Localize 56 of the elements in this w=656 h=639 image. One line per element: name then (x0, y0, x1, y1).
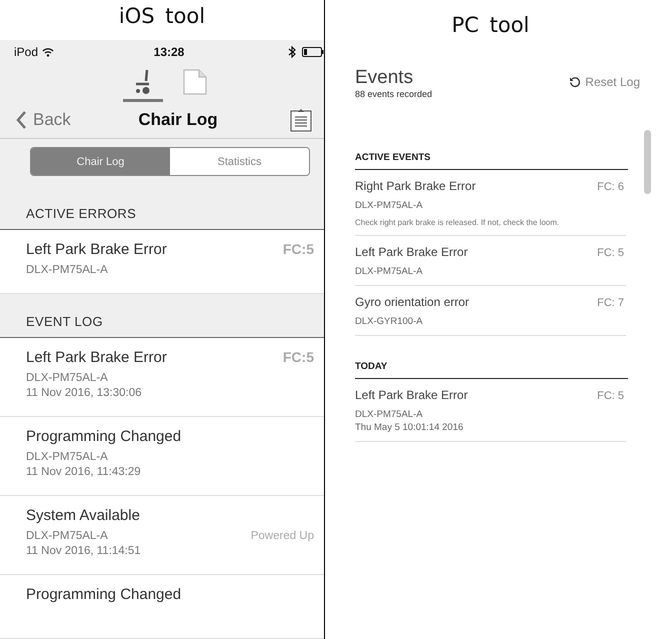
fault-code: FC: 5 (597, 247, 624, 259)
back-button[interactable]: Back (16, 110, 106, 130)
event-name: Programming Changed (26, 428, 182, 445)
log-row[interactable]: Programming Changed DLX-PM75AL-A 11 Nov 2016, 11:43:29 (0, 417, 324, 496)
scrollbar-thumb[interactable] (644, 130, 651, 194)
chevron-left-icon (16, 111, 27, 129)
event-time: 11 Nov 2016, 13:30:06 (26, 387, 143, 399)
event-count: 88 events recorded (355, 89, 432, 99)
section-header: ACTIVE ERRORS (26, 206, 136, 221)
document-icon (183, 68, 207, 94)
event-name: Left Park Brake Error (26, 349, 167, 366)
page-title: Events (355, 67, 414, 89)
section-header: ACTIVE EVENTS (355, 152, 430, 163)
reset-log-button[interactable]: Reset Log (569, 75, 640, 89)
event-time: Thu May 5 10:01:14 2016 (355, 422, 464, 433)
event-name: Left Park Brake Error (355, 388, 468, 402)
event-status: Powered Up (250, 530, 314, 542)
reset-icon (569, 76, 582, 88)
fault-code: FC: 6 (597, 181, 624, 193)
event-name: System Available (26, 507, 140, 524)
device-id: DLX-PM75AL-A (26, 264, 108, 276)
device-id: DLX-PM75AL-A (26, 372, 108, 384)
event-name: Left Park Brake Error (355, 245, 468, 259)
section-header: TODAY (355, 361, 388, 372)
log-row[interactable]: Left Park Brake Error FC:5 DLX-PM75AL-A (0, 230, 324, 294)
device-id: DLX-PM75AL-A (26, 451, 108, 463)
event-time: 11 Nov 2016, 11:43:29 (26, 466, 142, 478)
event-name: Programming Changed (26, 586, 182, 603)
event-time: 11 Nov 2016, 11:14:51 (26, 545, 142, 557)
log-row[interactable]: System Available DLX-PM75AL-A Powered Up 11 Nov 2016, 11:14:51 (0, 496, 324, 575)
fault-code: FC:5 (282, 241, 314, 257)
device-id: DLX-GYR100-A (355, 316, 424, 327)
log-row[interactable]: Left Park Brake Error FC:5 DLX-PM75AL-A 11 Nov 2016, 13:30:06 (0, 338, 324, 417)
panel-caption: iOS tool (118, 3, 206, 30)
segment-tab[interactable]: Statistics (170, 148, 309, 175)
bluetooth-icon (288, 46, 296, 58)
screen-title: Chair Log (137, 110, 219, 130)
fault-code: FC:5 (282, 349, 314, 365)
carrier-label: iPod (14, 45, 38, 59)
wifi-icon (42, 47, 54, 57)
device-id: DLX-PM75AL-A (26, 530, 108, 542)
fault-code: FC: 5 (597, 390, 624, 402)
battery-icon (302, 47, 324, 57)
event-name: Right Park Brake Error (355, 179, 476, 193)
panel-caption: PC tool (450, 12, 530, 38)
fault-code: FC: 7 (597, 297, 624, 309)
event-name: Left Park Brake Error (26, 241, 167, 258)
status-time: 13:28 (154, 45, 184, 59)
device-id: DLX-PM75AL-A (355, 266, 424, 277)
device-id: DLX-PM75AL-A (355, 200, 424, 211)
log-row[interactable]: Programming Changed (0, 575, 324, 639)
clipboard-icon[interactable] (290, 108, 312, 132)
device-id: DLX-PM75AL-A (355, 409, 424, 420)
event-hint: Check right park brake is released. If not, check the loom. (355, 218, 560, 227)
event-name: Gyro orientation error (355, 295, 470, 309)
section-header: EVENT LOG (26, 314, 103, 329)
